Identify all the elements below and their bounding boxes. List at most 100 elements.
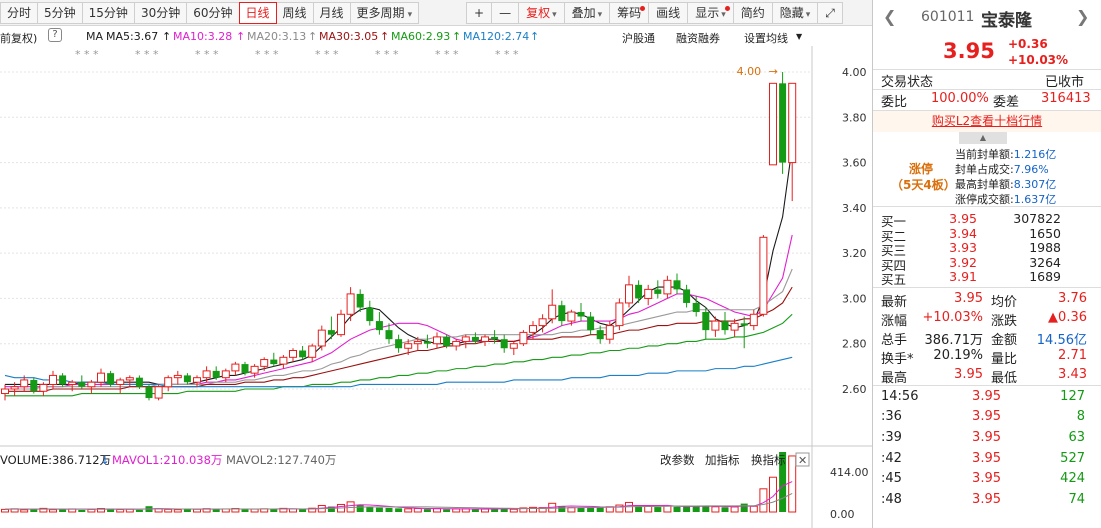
- toolbar-button[interactable]: ⤢: [817, 2, 843, 24]
- candle-body: [164, 377, 173, 388]
- candle-body: [423, 341, 431, 344]
- hgt-link[interactable]: 沪股通: [622, 30, 655, 46]
- period-tab[interactable]: 60分钟: [186, 2, 240, 24]
- candle-body: [779, 83, 787, 163]
- candle-body: [173, 374, 182, 379]
- stat-row: 涨幅 +10.03% 涨跌 ▲0.36: [881, 309, 1087, 329]
- candle-body: [548, 304, 557, 320]
- volume-bar: [270, 509, 278, 512]
- order-ratio-row: 委比 100.00% 委差 316413: [873, 90, 1101, 110]
- zt-line: 涨停成交额:1.637亿: [955, 193, 1057, 206]
- candle-body: [366, 307, 374, 322]
- candle-body: [443, 336, 451, 346]
- volume-bar: [769, 476, 777, 513]
- status-value: 已收市: [1045, 75, 1085, 90]
- candle-body: [558, 305, 566, 322]
- candle-body: [683, 289, 691, 303]
- toolbar-button[interactable]: +: [466, 2, 493, 24]
- collapse-tab[interactable]: ▲: [873, 132, 1101, 144]
- mavol1-line: [5, 481, 793, 510]
- period-tab[interactable]: 月线: [312, 2, 351, 24]
- kline-chart[interactable]: * * * * * * * * * * * * * * * * * * * * * * * *…: [0, 46, 872, 528]
- toolbar-button[interactable]: 画线: [648, 2, 689, 24]
- prev-stock-icon[interactable]: ❮: [883, 7, 896, 26]
- period-tabs: 分时 5分钟 15分钟 30分钟 60分钟 日线 周线 月线 更多周期 ▾: [0, 2, 420, 24]
- candle-body: [97, 372, 105, 383]
- volume-bar: [87, 508, 96, 513]
- order-book-row: 买一 3.95 307822: [881, 211, 1061, 229]
- candle-body: [587, 316, 595, 331]
- next-stock-icon[interactable]: ❯: [1076, 7, 1089, 26]
- chevron-down-icon[interactable]: ▼: [796, 32, 802, 41]
- chevron-up-icon[interactable]: ▲: [959, 132, 1007, 144]
- price-tick-label: 2.80: [842, 338, 867, 351]
- candle-body: [635, 284, 643, 299]
- volume-bar: [356, 505, 364, 512]
- buy-l2-link[interactable]: 购买L2查看十档行情: [873, 110, 1101, 132]
- stock-code: 601011: [921, 9, 975, 25]
- switch-indicator-link: 换指标: [751, 453, 786, 467]
- period-tab[interactable]: 15分钟: [81, 2, 135, 24]
- chevron-down-icon: ▾: [552, 10, 557, 20]
- chevron-down-icon: ▾: [407, 10, 413, 20]
- chart-toolbar: 分时 5分钟 15分钟 30分钟 60分钟 日线 周线 月线 更多周期 ▾ + — 复权 ▾ 叠加 ▾ 筹码画…: [0, 0, 872, 26]
- candle-body: [116, 379, 125, 385]
- arrow-right-icon: →: [769, 65, 778, 78]
- candle-body: [30, 379, 38, 392]
- volume-bar: [443, 509, 451, 512]
- toolbar-button[interactable]: 复权 ▾: [518, 2, 565, 24]
- wc-value: 316413: [1041, 91, 1091, 106]
- ma10-value: MA10:3.28: [173, 30, 233, 43]
- candle-body: [289, 350, 297, 358]
- candle-body: [107, 373, 115, 385]
- margin-link[interactable]: 融资融券: [676, 30, 720, 46]
- candle-body: [692, 302, 700, 313]
- star-marker: * * *: [375, 48, 399, 61]
- tool-buttons: + — 复权 ▾ 叠加 ▾ 筹码 画线 显示 ▾ 简约 隐藏 ▾ ⤢: [466, 2, 843, 24]
- order-book: 买一 3.95 307822 买二 3.94 1650 买三 3.93 1988 买四 3.92 32…: [873, 207, 1101, 288]
- toolbar-button[interactable]: —: [491, 2, 520, 24]
- candle-body: [605, 325, 614, 340]
- candle-body: [337, 313, 345, 336]
- chevron-down-icon: ▾: [721, 10, 726, 20]
- candle-body: [577, 312, 585, 317]
- period-tab[interactable]: 周线: [275, 2, 314, 24]
- stock-header: ❮ 601011 宝泰隆 ❯: [873, 0, 1101, 36]
- stat-row: 最新 3.95 均价 3.76: [881, 290, 1087, 310]
- status-label: 交易状态: [881, 75, 934, 90]
- period-tab[interactable]: 30分钟: [133, 2, 188, 24]
- toolbar-button[interactable]: 简约: [732, 2, 773, 24]
- candle-body: [250, 365, 259, 374]
- period-tab[interactable]: 日线: [238, 2, 277, 24]
- arrow-down-icon: ↓: [100, 453, 110, 467]
- candle-body: [183, 375, 191, 383]
- period-tab[interactable]: 更多周期 ▾: [349, 2, 420, 24]
- tick-row: :48 3.95 74: [881, 491, 1085, 507]
- star-marker: * * *: [75, 48, 99, 61]
- ma-settings-link[interactable]: 设置均线: [744, 30, 788, 46]
- toolbar-button[interactable]: 显示 ▾: [687, 2, 734, 24]
- change-pct: +10.03%: [1008, 53, 1069, 67]
- kline-svg[interactable]: * * * * * * * * * * * * * * * * * * * * * * * *…: [0, 46, 872, 528]
- candle-body: [509, 343, 518, 349]
- wb-value: 100.00%: [931, 91, 989, 106]
- candle-body: [279, 356, 288, 365]
- star-marker: * * *: [495, 48, 519, 61]
- tick-row: 14:56 3.95 127: [881, 388, 1085, 404]
- price-tick-label: 3.80: [842, 111, 867, 124]
- period-tab[interactable]: 5分钟: [37, 2, 83, 24]
- toolbar-button[interactable]: 叠加 ▾: [563, 2, 611, 24]
- candle-body: [644, 288, 653, 299]
- star-marker: * * *: [195, 48, 219, 61]
- ma5-value: MA5:3.67: [106, 30, 159, 43]
- volume-label: VOLUME:386.712万: [0, 453, 111, 467]
- volume-bar: [241, 509, 249, 512]
- help-icon[interactable]: ?: [48, 28, 62, 42]
- toolbar-button[interactable]: 隐藏 ▾: [771, 2, 819, 24]
- period-tab[interactable]: 分时: [0, 2, 39, 24]
- toolbar-button[interactable]: 筹码: [609, 2, 650, 24]
- volume-bar: [193, 508, 201, 513]
- ma20-value: MA20:3.13: [247, 30, 307, 43]
- volume-bar: [173, 509, 182, 513]
- volume-bar: [788, 455, 797, 513]
